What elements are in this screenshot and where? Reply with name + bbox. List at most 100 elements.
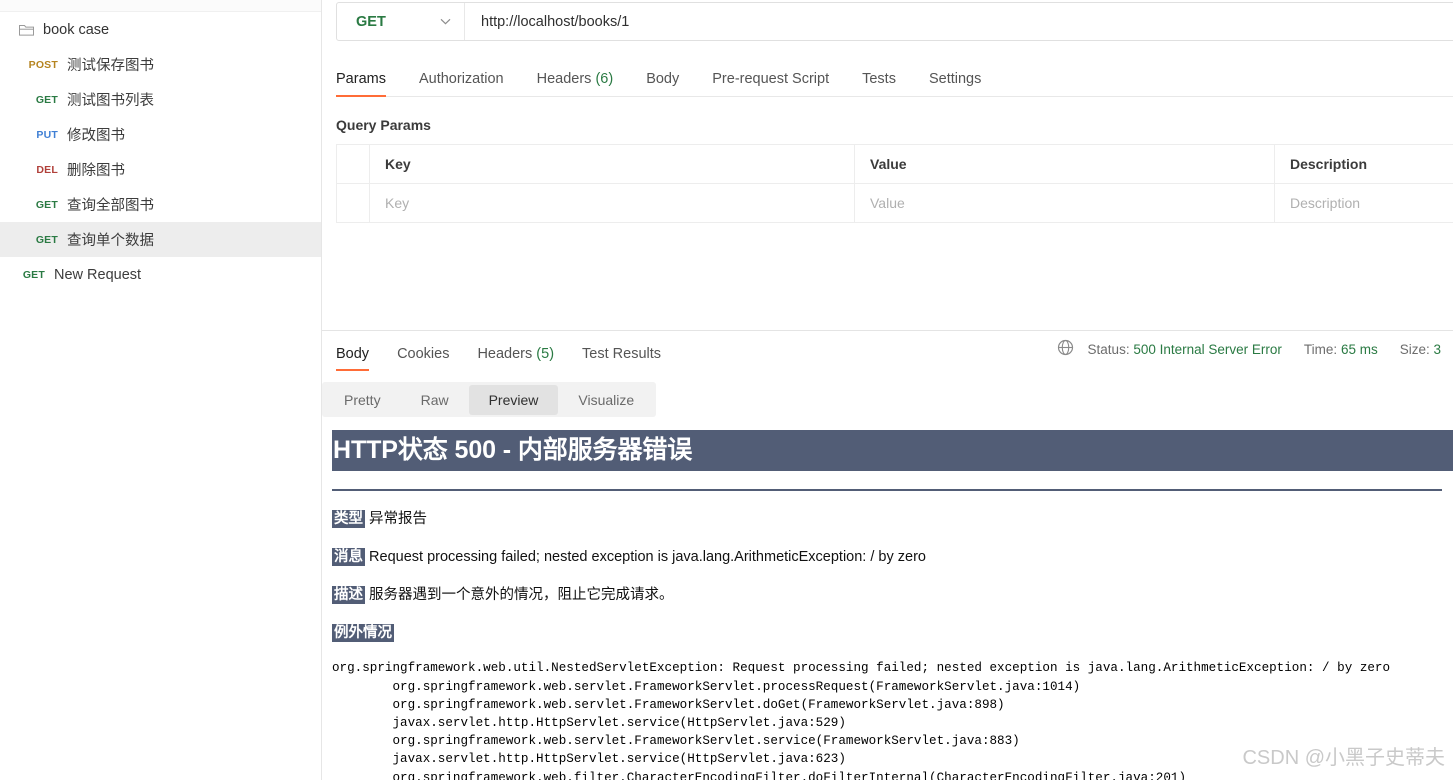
method-badge: POST bbox=[28, 58, 58, 71]
query-params-table: Key Value Description Key Value Descript… bbox=[336, 144, 1453, 223]
error-message-line: 消息 Request processing failed; nested exc… bbox=[332, 547, 1453, 567]
selected-method-label: GET bbox=[356, 13, 386, 30]
url-input[interactable]: http://localhost/books/1 bbox=[465, 3, 1453, 40]
view-preview[interactable]: Preview bbox=[468, 384, 559, 415]
tab-label: Body bbox=[336, 346, 370, 362]
error-divider bbox=[332, 489, 1442, 491]
chevron-down-icon bbox=[440, 18, 451, 25]
tab-label: Settings bbox=[928, 71, 982, 87]
error-message-label: 消息 bbox=[332, 547, 365, 566]
time-value: 65 ms bbox=[1340, 341, 1378, 357]
tab-label: Test Results bbox=[582, 346, 662, 362]
status-label: Status: bbox=[1087, 341, 1130, 357]
sidebar-request-new[interactable]: GET New Request bbox=[0, 257, 321, 292]
status-value: 500 Internal Server Error bbox=[1133, 341, 1282, 357]
query-params-title: Query Params bbox=[336, 117, 431, 133]
sidebar-request-2[interactable]: PUT 修改图书 bbox=[0, 117, 321, 152]
response-tab-cookies[interactable]: Cookies bbox=[397, 346, 449, 371]
sidebar-request-5-selected[interactable]: GET 查询单个数据 bbox=[0, 222, 321, 257]
url-bar: GET http://localhost/books/1 bbox=[336, 2, 1453, 41]
sidebar-request-4[interactable]: GET 查询全部图书 bbox=[0, 187, 321, 222]
error-message-value: Request processing failed; nested except… bbox=[369, 548, 926, 565]
tab-headers[interactable]: Headers (6) bbox=[537, 71, 614, 96]
postman-window: book case POST 测试保存图书 GET 测试图书列表 PUT 修改图… bbox=[0, 0, 1453, 780]
tab-params[interactable]: Params bbox=[336, 71, 386, 97]
response-meta: Status: 500 Internal Server Error Time: … bbox=[1057, 339, 1453, 359]
view-visualize[interactable]: Visualize bbox=[558, 385, 654, 415]
request-name: New Request bbox=[54, 266, 142, 283]
size-value: 3 bbox=[1433, 341, 1441, 357]
value-input[interactable]: Value bbox=[854, 183, 1275, 223]
sidebar-top-partial-row bbox=[0, 0, 321, 12]
collection-book-case[interactable]: book case bbox=[0, 12, 321, 47]
status-indicator: Status: 500 Internal Server Error bbox=[1088, 342, 1282, 357]
tab-settings[interactable]: Settings bbox=[929, 71, 981, 96]
sidebar-request-1[interactable]: GET 测试图书列表 bbox=[0, 82, 321, 117]
method-badge: GET bbox=[22, 268, 45, 281]
collection-name: book case bbox=[43, 21, 110, 38]
select-all-checkbox-cell[interactable] bbox=[336, 144, 370, 184]
response-view-toggle: Pretty Raw Preview Visualize bbox=[322, 382, 657, 417]
tab-count: (5) bbox=[536, 346, 555, 362]
column-header-description: Description bbox=[1274, 144, 1453, 184]
sidebar-request-0[interactable]: POST 测试保存图书 bbox=[0, 47, 321, 82]
error-exception-line: 例外情况 bbox=[332, 623, 1453, 643]
column-header-value: Value bbox=[854, 144, 1275, 184]
error-exception-label: 例外情况 bbox=[332, 623, 394, 642]
method-badge: GET bbox=[35, 198, 58, 211]
sidebar: book case POST 测试保存图书 GET 测试图书列表 PUT 修改图… bbox=[0, 0, 322, 780]
main-pane: GET http://localhost/books/1 Params Auth… bbox=[322, 0, 1453, 780]
request-tabs: Params Authorization Headers (6) Body Pr… bbox=[336, 59, 1453, 97]
time-label: Time: bbox=[1303, 341, 1338, 357]
column-header-key: Key bbox=[369, 144, 855, 184]
tab-pre-request-script[interactable]: Pre-request Script bbox=[712, 71, 829, 96]
size-label: Size: bbox=[1399, 341, 1430, 357]
tab-body[interactable]: Body bbox=[646, 71, 679, 96]
tab-label: Cookies bbox=[397, 346, 450, 362]
row-checkbox-cell[interactable] bbox=[336, 183, 370, 223]
tab-count: (6) bbox=[595, 71, 614, 87]
request-name: 查询单个数据 bbox=[67, 233, 154, 249]
tab-label: Pre-request Script bbox=[712, 71, 830, 87]
method-badge: GET bbox=[35, 233, 58, 246]
request-name: 删除图书 bbox=[67, 163, 125, 179]
response-preview-body: HTTP状态 500 - 内部服务器错误 类型 异常报告 消息 Request … bbox=[332, 430, 1453, 780]
table-header-row: Key Value Description bbox=[336, 144, 1453, 184]
error-type-line: 类型 异常报告 bbox=[332, 510, 1453, 529]
response-header: Body Cookies Headers (5) Test Results St… bbox=[322, 331, 1453, 373]
request-name: 测试保存图书 bbox=[67, 58, 154, 74]
tab-tests[interactable]: Tests bbox=[862, 71, 896, 96]
response-tab-body[interactable]: Body bbox=[336, 346, 370, 371]
tab-authorization[interactable]: Authorization bbox=[419, 71, 504, 96]
error-description-line: 描述 服务器遇到一个意外的情况，阻止它完成请求。 bbox=[332, 585, 1453, 605]
view-raw[interactable]: Raw bbox=[401, 385, 469, 415]
error-description-label: 描述 bbox=[332, 585, 365, 604]
response-tab-headers[interactable]: Headers (5) bbox=[477, 346, 554, 371]
method-badge: DEL bbox=[36, 163, 58, 176]
response-tab-test-results[interactable]: Test Results bbox=[582, 346, 661, 371]
method-badge: GET bbox=[35, 93, 58, 106]
globe-icon[interactable] bbox=[1057, 339, 1074, 359]
tab-label: Authorization bbox=[418, 71, 504, 87]
tab-label: Body bbox=[646, 71, 680, 87]
size-indicator: Size: 3 bbox=[1400, 342, 1441, 357]
error-type-label: 类型 bbox=[332, 510, 365, 528]
view-pretty[interactable]: Pretty bbox=[324, 385, 401, 415]
http-method-select[interactable]: GET bbox=[337, 3, 465, 40]
folder-icon bbox=[19, 23, 34, 36]
key-input[interactable]: Key bbox=[369, 183, 855, 223]
request-name: 查询全部图书 bbox=[67, 198, 154, 214]
description-input[interactable]: Description bbox=[1274, 183, 1453, 223]
error-type-value: 异常报告 bbox=[369, 511, 428, 527]
error-stacktrace: org.springframework.web.util.NestedServl… bbox=[332, 661, 1391, 780]
method-badge: PUT bbox=[36, 128, 58, 141]
error-heading: HTTP状态 500 - 内部服务器错误 bbox=[332, 430, 1453, 471]
table-row: Key Value Description bbox=[336, 183, 1453, 223]
tab-label: Headers bbox=[536, 71, 592, 87]
sidebar-request-3[interactable]: DEL 删除图书 bbox=[0, 152, 321, 187]
error-description-value: 服务器遇到一个意外的情况，阻止它完成请求。 bbox=[369, 586, 674, 603]
time-indicator: Time: 65 ms bbox=[1304, 342, 1378, 357]
tab-label: Headers bbox=[477, 346, 533, 362]
request-name: 测试图书列表 bbox=[67, 93, 154, 109]
tab-label: Params bbox=[336, 71, 386, 87]
